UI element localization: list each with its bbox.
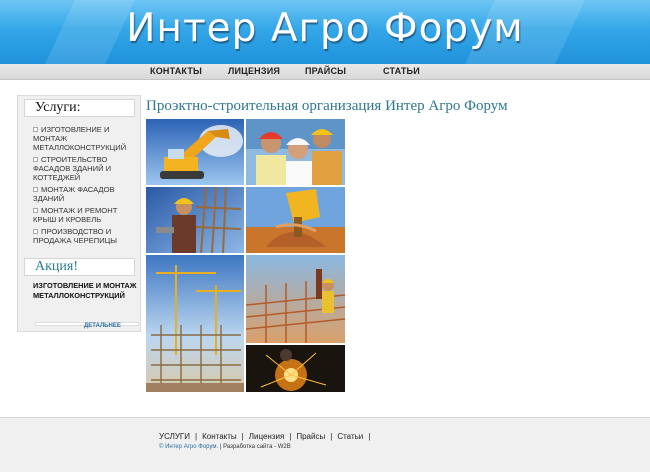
sidebar-item-tiles[interactable]: Производство и продажа черепицы: [33, 227, 141, 245]
sidebar-item-label: Изготовление и монтаж металлоконструкций: [33, 125, 127, 152]
developer-credit: | Разработка сайта - W2B: [219, 444, 291, 450]
bullet-icon: [33, 157, 38, 162]
services-title: Услуги:: [24, 99, 135, 117]
footer-links: УСЛУГИ | Контакты | Лицензия | Прайсы | Статьи |: [159, 432, 375, 441]
photo-excavator: [146, 119, 244, 185]
footer-separator: |: [195, 432, 198, 441]
photo-rebar-worker: [146, 187, 244, 253]
photo-welding-sparks: [246, 345, 345, 392]
footer-link-contacts[interactable]: Контакты: [202, 432, 237, 441]
photo-rebar-site: [246, 255, 345, 343]
site-footer: УСЛУГИ | Контакты | Лицензия | Прайсы | Статьи | …: [0, 417, 650, 472]
bullet-icon: [33, 208, 38, 213]
sidebar-item-metal-structures[interactable]: Изготовление и монтаж металлоконструкций: [33, 125, 141, 152]
footer-link-services[interactable]: УСЛУГИ: [159, 432, 190, 441]
sidebar-item-label: Производство и продажа черепицы: [33, 227, 118, 245]
nav-item-contacts[interactable]: КОНТАКТЫ: [150, 66, 202, 76]
nav-item-articles[interactable]: СТАТЬИ: [383, 66, 420, 76]
copyright: © Интер Агро Форум. | Разработка сайта -…: [159, 444, 291, 450]
footer-link-prices[interactable]: Прайсы: [296, 432, 325, 441]
bullet-icon: [33, 229, 38, 234]
sidebar-item-facades-construction[interactable]: Строительство фасадов зданий и коттеджей: [33, 155, 141, 182]
photo-construction-site-cranes: [146, 255, 244, 392]
bullet-icon: [33, 187, 38, 192]
sidebar-item-label: Строительство фасадов зданий и коттеджей: [33, 155, 112, 182]
promo-text: ИЗГОТОВЛЕНИЕ И МОНТАЖ МЕТАЛЛОКОНСТРУКЦИЙ: [33, 281, 137, 300]
footer-link-license[interactable]: Лицензия: [249, 432, 285, 441]
footer-separator: |: [241, 432, 244, 441]
sidebar-item-label: Монтаж и ремонт крыш и кровель: [33, 206, 118, 224]
bullet-icon: [33, 127, 38, 132]
site-header: Интер Агро Форум: [0, 0, 650, 64]
copyright-symbol: ©: [159, 444, 164, 450]
sidebar-item-label: Монтаж фасадов зданий: [33, 185, 115, 203]
page-title: Проэктно-строительная организация Интер …: [146, 98, 508, 114]
footer-separator: |: [330, 432, 333, 441]
nav-item-prices[interactable]: ПРАЙСЫ: [305, 66, 346, 76]
copyright-brand-link[interactable]: Интер Агро Форум.: [165, 444, 218, 450]
sidebar-item-facades-mounting[interactable]: Монтаж фасадов зданий: [33, 185, 141, 203]
footer-separator: |: [368, 432, 371, 441]
footer-link-articles[interactable]: Статьи: [337, 432, 363, 441]
sidebar: Услуги: Изготовление и монтаж металлокон…: [17, 95, 141, 332]
photo-dump-truck: [246, 187, 345, 253]
top-nav: КОНТАКТЫ ЛИЦЕНЗИЯ ПРАЙСЫ СТАТЬИ: [0, 64, 650, 80]
promo-details-link[interactable]: ДЕТАЛЬНЕЕ: [84, 323, 121, 329]
site-logo[interactable]: Интер Агро Форум: [0, 6, 650, 51]
sidebar-item-roofs[interactable]: Монтаж и ремонт крыш и кровель: [33, 206, 141, 224]
photo-collage: [146, 119, 345, 392]
nav-item-license[interactable]: ЛИЦЕНЗИЯ: [228, 66, 280, 76]
photo-workers-hardhats: [246, 119, 345, 185]
footer-separator: |: [289, 432, 292, 441]
promo-title: Акция!: [24, 258, 135, 276]
